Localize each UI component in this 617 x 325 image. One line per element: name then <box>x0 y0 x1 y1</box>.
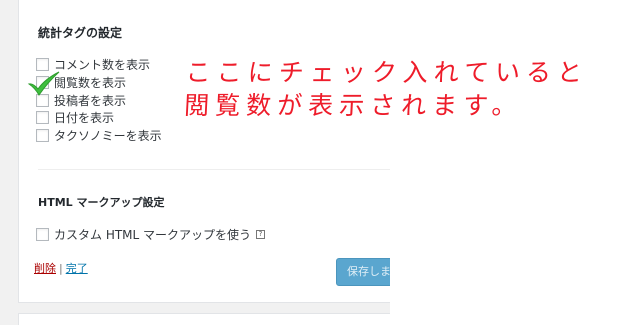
taxonomy-checkbox[interactable] <box>36 129 49 142</box>
custom-markup-checkbox[interactable] <box>36 228 49 241</box>
comment-count-label: コメント数を表示 <box>54 58 151 72</box>
html-markup-settings-title: HTML マークアップ設定 <box>38 196 165 209</box>
help-icon[interactable]: ? <box>256 230 266 239</box>
action-separator: | <box>59 262 63 275</box>
section-divider <box>38 169 391 170</box>
next-widget-panel <box>18 313 391 325</box>
widget-actions: 削除 | 完了 <box>34 260 88 276</box>
annotation-line-1: ここにチェック入れていると <box>185 58 589 87</box>
screenshot-stage: 統計タグの設定 コメント数を表示 閲覧数を表示 投稿者を表示 日付を表示 タクソ… <box>0 0 617 325</box>
widget-settings-inner: 統計タグの設定 コメント数を表示 閲覧数を表示 投稿者を表示 日付を表示 タクソ… <box>19 0 396 302</box>
option-taxonomy[interactable]: タクソノミーを表示 <box>36 127 162 144</box>
green-checkmark-icon <box>27 71 60 96</box>
view-count-label: 閲覧数を表示 <box>54 76 127 90</box>
stats-tag-settings-title: 統計タグの設定 <box>38 26 123 40</box>
cropped-blank-area <box>390 0 617 325</box>
option-custom-markup[interactable]: カスタム HTML マークアップを使う ? <box>36 226 266 243</box>
annotation-line-2: 閲覧数が表示されます。 <box>183 91 524 120</box>
custom-markup-label: カスタム HTML マークアップを使う <box>54 228 252 242</box>
date-checkbox[interactable] <box>36 111 49 124</box>
taxonomy-label: タクソノミーを表示 <box>54 129 162 143</box>
widget-settings-panel: 統計タグの設定 コメント数を表示 閲覧数を表示 投稿者を表示 日付を表示 タクソ… <box>18 0 396 303</box>
annotation-note: ここにチェック入れていると 閲覧数が表示されます。 <box>183 56 589 122</box>
author-label: 投稿者を表示 <box>54 94 127 108</box>
date-label: 日付を表示 <box>54 111 115 125</box>
done-link[interactable]: 完了 <box>66 262 88 275</box>
save-button[interactable]: 保存しま <box>336 258 396 286</box>
delete-link[interactable]: 削除 <box>34 262 56 275</box>
option-date[interactable]: 日付を表示 <box>36 109 114 126</box>
